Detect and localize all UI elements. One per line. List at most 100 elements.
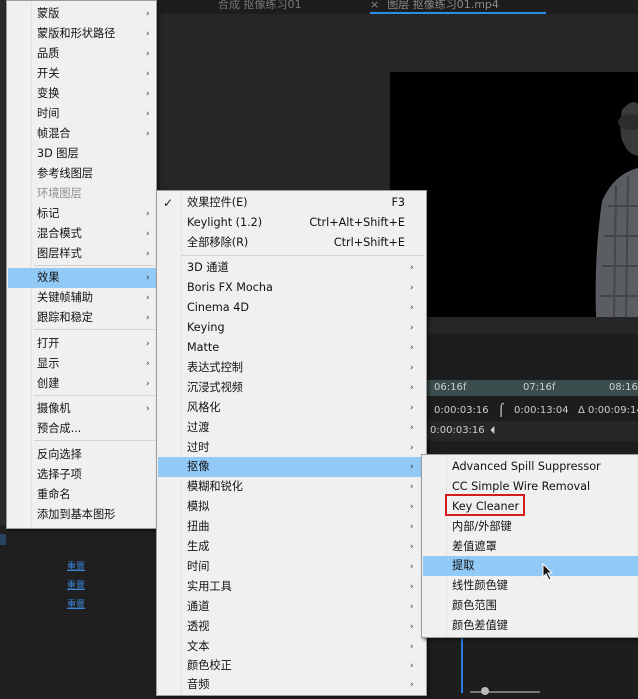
reset-link[interactable]: 重置 [67, 559, 85, 572]
menu-item-utility[interactable]: 实用工具 › [158, 577, 425, 597]
menu-item-invert-selection[interactable]: 反向选择 [8, 445, 157, 465]
menu-item-effect[interactable]: 效果 › [8, 268, 157, 288]
chevron-right-icon: › [410, 542, 414, 552]
chevron-right-icon: › [146, 359, 150, 369]
menu-item-matte[interactable]: Matte › [158, 338, 425, 358]
chevron-right-icon: › [410, 383, 414, 393]
effect-controls-panel: 重置 重置 重置 [0, 525, 160, 699]
chevron-right-icon: › [146, 249, 150, 259]
chevron-right-icon: › [146, 109, 150, 119]
chevron-right-icon: › [410, 602, 414, 612]
menu-item-rename[interactable]: 重命名 [8, 485, 157, 505]
menu-item-expression-controls[interactable]: 表达式控制 › [158, 358, 425, 378]
chevron-right-icon: › [146, 229, 150, 239]
chevron-right-icon: › [410, 462, 414, 472]
reset-link[interactable]: 重置 [67, 578, 85, 591]
menu-item-guide-layer[interactable]: 参考线图层 [8, 164, 157, 184]
menu-item-precompose[interactable]: 预合成... [8, 419, 157, 439]
menu-item-time-effects[interactable]: 时间 › [158, 557, 425, 577]
chevron-right-icon: › [410, 403, 414, 413]
menu-item-frame-blending[interactable]: 帧混合 › [8, 124, 157, 144]
current-time-display[interactable]: 0:00:03:16 [430, 425, 485, 436]
menu-item-time[interactable]: 时间 › [8, 104, 157, 124]
chevron-right-icon: › [410, 363, 414, 373]
menu-item-switches[interactable]: 开关 › [8, 64, 157, 84]
menu-item-keylight[interactable]: Keylight (1.2) Ctrl+Alt+Shift+E [158, 213, 425, 233]
chevron-right-icon: › [410, 661, 414, 671]
zoom-slider-knob[interactable] [481, 687, 489, 695]
menu-item-quality[interactable]: 品质 › [8, 44, 157, 64]
menu-item-3d-layer[interactable]: 3D 图层 [8, 144, 157, 164]
menu-item-select-children[interactable]: 选择子项 [8, 465, 157, 485]
menu-separator [182, 255, 424, 256]
menu-item-layer-styles[interactable]: 图层样式 › [8, 244, 157, 264]
menu-item-mask-shape-path[interactable]: 蒙版和形状路径 › [8, 24, 157, 44]
menu-item-transform[interactable]: 变换 › [8, 84, 157, 104]
chevron-right-icon: › [410, 642, 414, 652]
menu-item-stylize[interactable]: 风格化 › [158, 398, 425, 418]
shortcut-label: Ctrl+Alt+Shift+E [309, 216, 405, 229]
shortcut-label: F3 [391, 196, 405, 209]
menu-item-extract[interactable]: 提取 [423, 556, 638, 576]
tab-composition[interactable]: 合成 抠像练习01 [218, 0, 302, 12]
menu-item-color-range[interactable]: 颜色范围 [423, 596, 638, 616]
menu-item-audio[interactable]: 音频 › [158, 675, 425, 695]
chevron-right-icon: › [146, 339, 150, 349]
marker-icon[interactable]: ⌠ [498, 403, 504, 417]
menu-item-boris-fx-mocha[interactable]: Boris FX Mocha › [158, 278, 425, 298]
menu-item-distort[interactable]: 扭曲 › [158, 517, 425, 537]
menu-item-mask[interactable]: 蒙版 › [8, 4, 157, 24]
menu-item-color-difference-key[interactable]: 颜色差值键 [423, 616, 638, 636]
menu-item-track-stabilize[interactable]: 跟踪和稳定 › [8, 308, 157, 328]
menu-item-keying-en[interactable]: Keying › [158, 318, 425, 338]
chevron-right-icon: › [410, 502, 414, 512]
menu-item-linear-color-key[interactable]: 线性颜色键 [423, 576, 638, 596]
menu-item-advanced-spill-suppressor[interactable]: Advanced Spill Suppressor [423, 457, 638, 477]
menu-item-generate[interactable]: 生成 › [158, 537, 425, 557]
in-point-timecode[interactable]: 0:00:03:16 [434, 405, 489, 416]
snapshot-icon[interactable]: ⏴ [490, 424, 496, 438]
ruler-label: 06:16f [434, 382, 467, 393]
chevron-right-icon: › [146, 69, 150, 79]
menu-item-effect-controls[interactable]: ✓ 效果控件(E) F3 [158, 193, 425, 213]
menu-item-cinema-4d[interactable]: Cinema 4D › [158, 298, 425, 318]
menu-item-keyframe-assistant[interactable]: 关键帧辅助 › [8, 288, 157, 308]
menu-item-markers[interactable]: 标记 › [8, 204, 157, 224]
menu-item-text[interactable]: 文本 › [158, 637, 425, 657]
panel-indicator [0, 534, 6, 545]
menu-item-obsolete[interactable]: 过时 › [158, 438, 425, 458]
menu-item-blur-sharpen[interactable]: 模糊和锐化 › [158, 477, 425, 497]
reset-link[interactable]: 重置 [67, 597, 85, 610]
menu-item-open[interactable]: 打开 › [8, 334, 157, 354]
menu-item-keying[interactable]: 抠像 › [158, 457, 425, 477]
chevron-right-icon: › [410, 263, 414, 273]
chevron-right-icon: › [146, 49, 150, 59]
close-icon[interactable]: × [370, 0, 379, 11]
tab-layer[interactable]: × 图层 抠像练习01.mp4 [370, 0, 499, 12]
chevron-right-icon: › [410, 283, 414, 293]
menu-item-add-to-essential-graphics[interactable]: 添加到基本图形 [8, 505, 157, 525]
chevron-right-icon: › [410, 423, 414, 433]
menu-item-transition[interactable]: 过渡 › [158, 418, 425, 438]
chevron-right-icon: › [410, 323, 414, 333]
out-point-timecode[interactable]: 0:00:13:04 [514, 405, 569, 416]
menu-item-3d-channel[interactable]: 3D 通道 › [158, 258, 425, 278]
menu-item-channel[interactable]: 通道 › [158, 597, 425, 617]
menu-item-color-correction[interactable]: 颜色校正 › [158, 656, 425, 676]
menu-item-perspective[interactable]: 透视 › [158, 617, 425, 637]
menu-separator [34, 395, 155, 396]
menu-item-inner-outer-key[interactable]: 内部/外部键 [423, 517, 638, 537]
menu-item-blending-mode[interactable]: 混合模式 › [8, 224, 157, 244]
effect-submenu: ✓ 效果控件(E) F3 Keylight (1.2) Ctrl+Alt+Shift+… [156, 190, 427, 696]
menu-item-create[interactable]: 创建 › [8, 374, 157, 394]
menu-item-simulation[interactable]: 模拟 › [158, 497, 425, 517]
menu-item-remove-all[interactable]: 全部移除(R) Ctrl+Shift+E [158, 233, 425, 253]
menu-item-difference-matte[interactable]: 差值遮罩 [423, 537, 638, 557]
chevron-right-icon: › [146, 129, 150, 139]
chevron-right-icon: › [146, 379, 150, 389]
menu-item-camera[interactable]: 摄像机 › [8, 399, 157, 419]
footage-person-image [595, 102, 638, 317]
menu-item-immersive-video[interactable]: 沉浸式视频 › [158, 378, 425, 398]
duration-timecode: Δ 0:00:09:14 [578, 405, 638, 416]
menu-item-reveal[interactable]: 显示 › [8, 354, 157, 374]
